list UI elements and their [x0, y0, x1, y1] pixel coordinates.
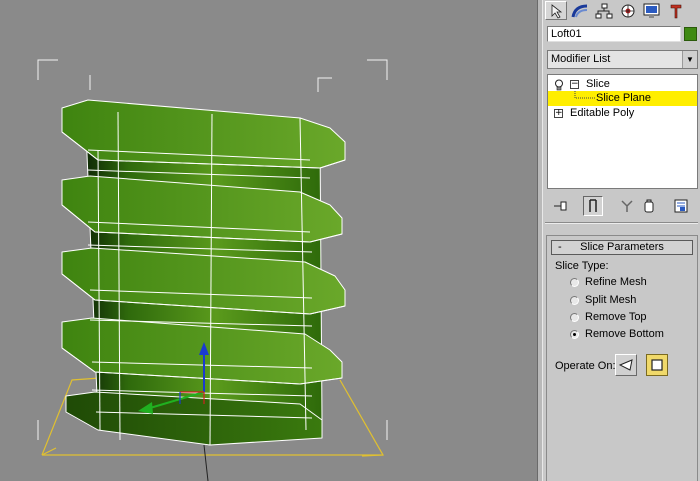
collapse-icon[interactable]: − [570, 80, 579, 89]
command-panel-tabs [543, 0, 700, 22]
tab-display[interactable] [641, 1, 663, 20]
tab-modify[interactable] [569, 1, 591, 20]
stack-item-label: Slice Plane [596, 92, 652, 104]
radio-button[interactable] [570, 313, 579, 322]
object-name-field[interactable]: Loft01 [547, 26, 681, 42]
tab-hierarchy[interactable] [593, 1, 615, 20]
tab-motion[interactable] [617, 1, 639, 20]
radio-button[interactable] [570, 278, 579, 287]
pin-stack-icon [554, 201, 567, 211]
hierarchy-icon [595, 3, 613, 18]
tab-create[interactable] [545, 1, 567, 20]
modifier-stack-toolbar [543, 196, 700, 218]
modify-icon [571, 4, 588, 17]
configure-modifier-sets-icon [674, 199, 688, 213]
stack-item-slice[interactable]: − Slice [548, 77, 697, 92]
display-icon [643, 3, 660, 18]
collapse-rollout-icon: - [558, 241, 562, 253]
make-unique-button[interactable] [617, 196, 637, 216]
rollout-title: Slice Parameters [580, 241, 664, 253]
remove-modifier-button[interactable] [639, 196, 659, 216]
stack-item-slice-plane[interactable]: Slice Plane [548, 91, 697, 106]
modifier-list-dropdown[interactable]: Modifier List ▼ [547, 50, 698, 69]
show-end-result-icon [589, 199, 597, 212]
polygon-icon [651, 359, 663, 371]
utilities-icon [670, 4, 682, 18]
tree-branch-icon [574, 91, 596, 99]
radio-label: Remove Top [585, 311, 647, 323]
rollout-header[interactable]: - Slice Parameters [551, 240, 693, 255]
expand-icon[interactable]: + [554, 109, 563, 118]
modifier-list-label: Modifier List [551, 53, 611, 65]
modifier-stack[interactable]: − Slice Slice Plane + Editable Poly [547, 74, 698, 189]
slice-type-label: Slice Type: [555, 260, 609, 272]
stack-item-label: Slice [586, 78, 610, 90]
configure-modifier-sets-button[interactable] [671, 196, 691, 216]
radio-label: Split Mesh [585, 294, 637, 306]
radio-button[interactable] [570, 296, 579, 305]
face-icon [619, 359, 633, 371]
panel-divider [545, 222, 698, 224]
radio-label: Remove Bottom [585, 328, 664, 340]
radio-button[interactable] [570, 330, 579, 339]
create-icon [551, 3, 563, 19]
motion-icon [621, 4, 635, 17]
operate-on-label: Operate On: [555, 360, 616, 372]
pin-stack-button[interactable] [551, 196, 571, 216]
tab-utilities[interactable] [665, 1, 687, 20]
show-end-result-button[interactable] [583, 196, 603, 216]
operate-on-polygons-button[interactable] [646, 354, 668, 376]
stack-item-label: Editable Poly [570, 107, 635, 119]
operate-on-faces-button[interactable] [615, 354, 637, 376]
lightbulb-icon[interactable] [554, 79, 564, 91]
chevron-down-icon[interactable]: ▼ [682, 51, 697, 68]
stack-item-editable-poly[interactable]: + Editable Poly [548, 106, 697, 121]
radio-label: Refine Mesh [585, 276, 647, 288]
perspective-viewport[interactable] [0, 0, 537, 481]
command-panel: Loft01 Modifier List ▼ − Slice Slice Pla… [543, 0, 700, 481]
viewport-scene[interactable] [0, 0, 537, 481]
object-color-swatch[interactable] [684, 27, 697, 41]
remove-modifier-icon [644, 199, 654, 213]
make-unique-icon [621, 200, 633, 212]
